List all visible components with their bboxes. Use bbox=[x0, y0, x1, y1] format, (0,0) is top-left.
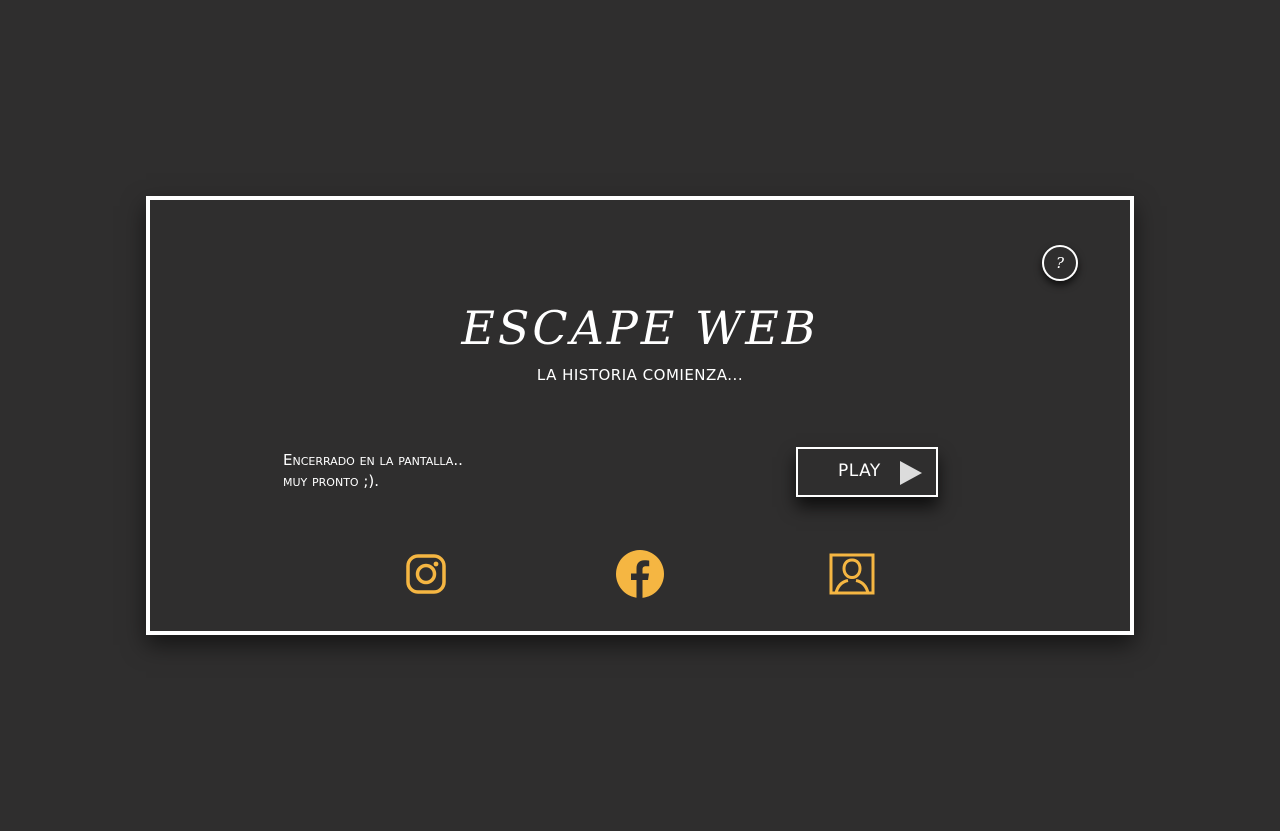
play-triangle-icon bbox=[900, 461, 922, 485]
play-button[interactable]: PLAY bbox=[796, 447, 938, 497]
facebook-icon[interactable] bbox=[616, 550, 664, 598]
intro-line-1: Encerrado en la pantalla.. bbox=[283, 451, 463, 469]
intro-text: Encerrado en la pantalla.. muy pronto ;)… bbox=[283, 450, 463, 492]
instagram-icon[interactable] bbox=[402, 550, 450, 598]
help-label: ? bbox=[1055, 254, 1065, 272]
page-title: ESCAPE WEB bbox=[461, 301, 819, 355]
main-card: ? ESCAPE WEB LA HISTORIA COMIENZA... Enc… bbox=[146, 196, 1134, 635]
user-portrait-icon[interactable] bbox=[828, 550, 876, 598]
intro-line-2: muy pronto ;). bbox=[283, 472, 380, 490]
page-subtitle: LA HISTORIA COMIENZA... bbox=[536, 366, 744, 384]
help-button[interactable]: ? bbox=[1042, 245, 1078, 281]
play-label: PLAY bbox=[838, 461, 881, 481]
